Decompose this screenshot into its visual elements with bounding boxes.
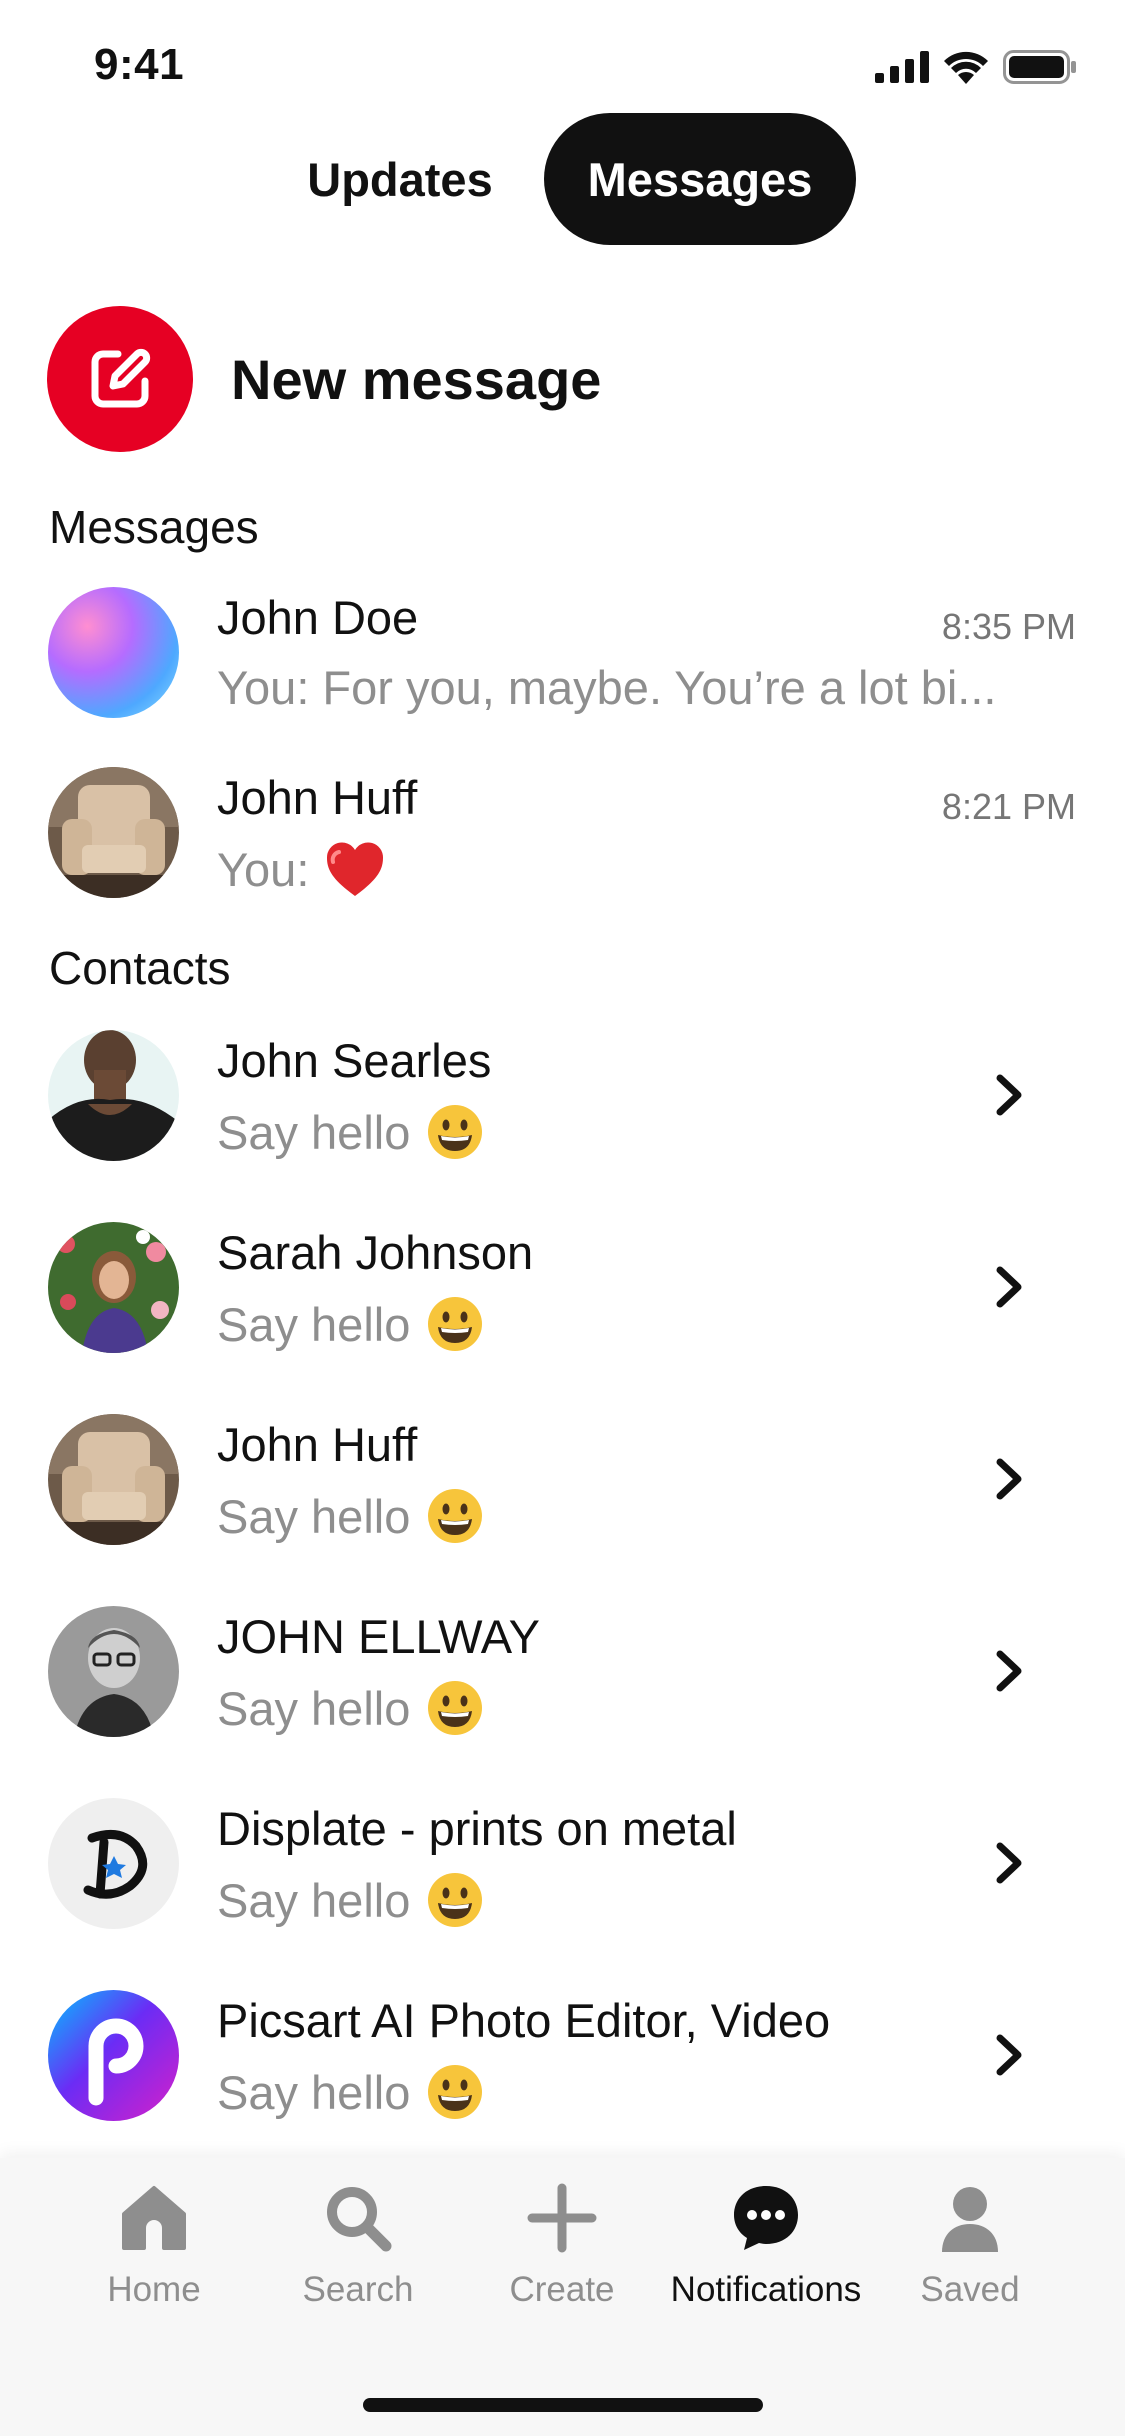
contact-sub: Say hello: [217, 1871, 484, 1929]
grinning-face-icon: [428, 1297, 483, 1351]
chevron-right-icon: [996, 1458, 1022, 1500]
new-message-button[interactable]: [47, 306, 193, 452]
chevron-right-icon: [996, 2034, 1022, 2076]
nav-create-label: Create: [509, 2270, 615, 2309]
contact-name: Picsart AI Photo Editor, Video: [217, 1994, 831, 2047]
compose-icon: [91, 348, 151, 408]
chevron-right-icon: [996, 1074, 1022, 1116]
contact-sub: Say hello: [217, 1295, 484, 1353]
profile-icon: [942, 2187, 998, 2252]
message-name: John Huff: [217, 771, 418, 824]
grinning-face-icon: [428, 1489, 483, 1543]
nav-saved[interactable]: Saved: [870, 2178, 1070, 2318]
chat-bubble-icon: [734, 2186, 798, 2250]
displate-logo: [83, 1829, 148, 1899]
wifi-icon: [944, 51, 988, 84]
search-icon: [327, 2187, 392, 2252]
contact-row[interactable]: Displate - prints on metal Say hello: [0, 1783, 1125, 1943]
new-message-label: New message: [231, 347, 602, 411]
cellular-signal-icon: [875, 51, 929, 83]
avatar: [48, 1030, 179, 1161]
top-tabs: Updates Messages: [0, 113, 1125, 245]
armchair-photo: [48, 1414, 179, 1545]
message-row-john-huff[interactable]: John Huff 8:21 PM You:: [0, 752, 1125, 912]
message-preview: You:: [217, 840, 385, 898]
message-name: John Doe: [217, 591, 419, 644]
contact-row[interactable]: John Huff Say hello: [0, 1399, 1125, 1559]
home-icon: [122, 2186, 186, 2250]
status-icons: [875, 50, 1077, 84]
contact-sub: Say hello: [217, 2063, 484, 2121]
avatar: [48, 767, 179, 898]
nav-notifications-label: Notifications: [670, 2270, 862, 2309]
nav-home-label: Home: [107, 2270, 201, 2309]
red-heart-icon: [327, 842, 384, 896]
tab-updates[interactable]: Updates: [280, 113, 520, 245]
avatar: [48, 1798, 179, 1929]
message-preview-text: You: For you, maybe. You’re a lot bi...: [217, 661, 997, 714]
message-preview-text: You:: [217, 842, 310, 896]
status-time: 9:41: [94, 40, 185, 89]
message-row-john-doe[interactable]: John Doe 8:35 PM You: For you, maybe. Yo…: [0, 572, 1125, 732]
chevron-right-icon: [996, 1842, 1022, 1884]
contact-name: Displate - prints on metal: [217, 1802, 737, 1855]
message-time: 8:35 PM: [941, 606, 1076, 647]
nav-search-label: Search: [302, 2270, 414, 2309]
contact-name: Sarah Johnson: [217, 1226, 534, 1279]
grinning-face-icon: [428, 1873, 483, 1927]
portrait-photo: [48, 1030, 179, 1161]
contact-sub: Say hello: [217, 1487, 484, 1545]
portrait-photo: [48, 1606, 179, 1737]
contact-sub: Say hello: [217, 1103, 484, 1161]
contact-row[interactable]: Picsart AI Photo Editor, Video Say hello: [0, 1975, 1125, 2135]
nav-create[interactable]: Create: [462, 2178, 662, 2318]
avatar: [48, 587, 179, 718]
home-indicator[interactable]: [363, 2398, 763, 2412]
plus-icon: [527, 2183, 597, 2253]
tab-messages[interactable]: Messages: [544, 113, 856, 245]
messages-heading: Messages: [49, 501, 259, 553]
armchair-photo: [48, 767, 179, 898]
contact-row[interactable]: John Searles Say hello: [0, 1015, 1125, 1175]
message-time: 8:21 PM: [941, 786, 1076, 827]
nav-search[interactable]: Search: [258, 2178, 458, 2318]
chevron-right-icon: [996, 1650, 1022, 1692]
message-preview: You: For you, maybe. You’re a lot bi...: [217, 660, 996, 715]
contact-name: John Searles: [217, 1034, 492, 1087]
battery-icon: [1003, 50, 1076, 84]
contact-sub: Say hello: [217, 1679, 484, 1737]
contact-name: John Huff: [217, 1418, 418, 1471]
avatar: [48, 1990, 179, 2121]
picsart-logo: [88, 2018, 144, 2106]
chevron-right-icon: [996, 1266, 1022, 1308]
portrait-photo: [48, 1222, 179, 1353]
grinning-face-icon: [428, 2065, 483, 2119]
bottom-nav: Home Search Create Notifications Saved: [0, 2158, 1125, 2436]
contact-row[interactable]: Sarah Johnson Say hello: [0, 1207, 1125, 1367]
contact-row[interactable]: JOHN ELLWAY Say hello: [0, 1591, 1125, 1751]
contact-name: JOHN ELLWAY: [217, 1610, 540, 1663]
nav-notifications[interactable]: Notifications: [666, 2178, 866, 2318]
avatar: [48, 1414, 179, 1545]
avatar: [48, 1606, 179, 1737]
grinning-face-icon: [428, 1105, 483, 1159]
new-message-row[interactable]: New message: [47, 306, 601, 452]
nav-saved-label: Saved: [920, 2270, 1020, 2309]
avatar: [48, 1222, 179, 1353]
grinning-face-icon: [428, 1681, 483, 1735]
nav-home[interactable]: Home: [54, 2178, 254, 2318]
contacts-heading: Contacts: [49, 942, 231, 994]
